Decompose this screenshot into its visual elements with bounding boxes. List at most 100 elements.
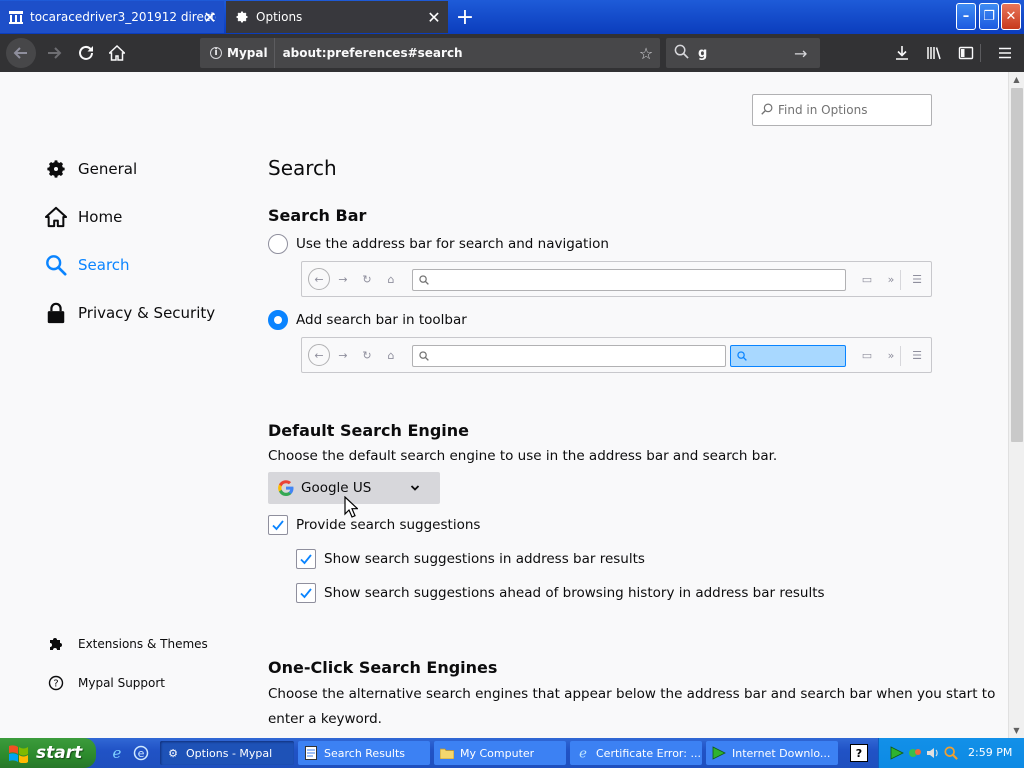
- sidebar-button[interactable]: [953, 40, 979, 66]
- help-icon[interactable]: ?: [850, 744, 868, 762]
- arrow-left-icon: ←: [308, 344, 330, 366]
- home-icon: [44, 205, 68, 229]
- download-manager-icon: [712, 746, 726, 760]
- network-tray-icon[interactable]: [907, 745, 923, 761]
- sidebar-item-home[interactable]: Home: [44, 202, 122, 232]
- internet-explorer-icon[interactable]: e: [108, 744, 126, 762]
- library-button[interactable]: [921, 40, 947, 66]
- preferences-page: Find in Options General Home Search Priv…: [0, 72, 1008, 738]
- page-title: Search: [268, 156, 337, 180]
- radio-button[interactable]: [268, 234, 288, 254]
- mypal-support-link[interactable]: ? Mypal Support: [47, 673, 165, 693]
- search-bar-heading: Search Bar: [268, 206, 367, 225]
- sidebar-item-label: Search: [78, 256, 130, 274]
- one-click-description-line1: Choose the alternative search engines th…: [268, 686, 996, 702]
- address-bar[interactable]: i Mypal about:preferences#search ☆: [200, 38, 660, 68]
- sidebar-item-privacy-security[interactable]: Privacy & Security: [44, 298, 215, 328]
- menu-button[interactable]: [992, 40, 1018, 66]
- search-icon: [737, 351, 747, 361]
- search-tray-icon[interactable]: [943, 745, 959, 761]
- scrollbar-thumb[interactable]: [1011, 88, 1023, 442]
- go-arrow-icon[interactable]: →: [794, 44, 820, 63]
- checkbox-checked[interactable]: [296, 549, 316, 569]
- taskbar-item-certificate-error[interactable]: e Certificate Error: ...: [570, 741, 702, 765]
- search-icon: [419, 275, 429, 285]
- forward-button[interactable]: [40, 40, 68, 66]
- extensions-themes-link[interactable]: Extensions & Themes: [47, 634, 208, 654]
- one-click-description-line2: enter a keyword.: [268, 711, 382, 727]
- close-tab-icon[interactable]: ✕: [202, 8, 218, 27]
- restore-window-button[interactable]: ❐: [979, 3, 999, 30]
- identity-label: Mypal: [227, 46, 268, 60]
- home-button[interactable]: [103, 40, 131, 66]
- start-button[interactable]: start: [0, 738, 96, 768]
- default-search-engine-heading: Default Search Engine: [268, 421, 469, 440]
- reload-icon: [79, 45, 93, 60]
- minimize-window-button[interactable]: –: [956, 3, 976, 30]
- search-icon: [674, 44, 692, 63]
- new-tab-button[interactable]: +: [452, 4, 478, 30]
- tab-label: tocaracedriver3_201912 directory listing: [30, 10, 216, 24]
- svg-text:e: e: [138, 747, 145, 760]
- close-tab-icon[interactable]: ✕: [426, 8, 442, 27]
- overflow-chevrons-icon: »: [887, 348, 895, 362]
- taskbar-item-label: Options - Mypal: [186, 746, 273, 760]
- checkbox-suggestions-in-address-bar[interactable]: Show search suggestions in address bar r…: [296, 549, 645, 569]
- sidebar-item-general[interactable]: General: [44, 154, 137, 184]
- taskbar-item-internet-download-manager[interactable]: Internet Downlo...: [706, 741, 838, 765]
- home-icon: [109, 45, 125, 61]
- start-label: start: [36, 743, 83, 763]
- one-click-engines-heading: One-Click Search Engines: [268, 658, 498, 677]
- url-text[interactable]: about:preferences#search: [275, 46, 632, 60]
- bookmark-star-icon[interactable]: ☆: [632, 44, 660, 63]
- sidebar-item-search[interactable]: Search: [44, 250, 130, 280]
- windows-flag-icon: [9, 745, 28, 763]
- arrow-left-icon: ←: [308, 268, 330, 290]
- radio-label: Add search bar in toolbar: [296, 312, 467, 328]
- extensions-themes-label: Extensions & Themes: [78, 637, 208, 651]
- checkbox-label: Show search suggestions in address bar r…: [324, 551, 645, 567]
- taskbar-item-search-results[interactable]: Search Results: [298, 741, 430, 765]
- download-manager-tray-icon[interactable]: [889, 745, 905, 761]
- vertical-scrollbar[interactable]: ▲ ▼: [1008, 72, 1024, 738]
- taskbar-item-my-computer[interactable]: My Computer: [434, 741, 566, 765]
- lock-icon: [44, 301, 68, 325]
- checkbox-suggestions-ahead-of-history[interactable]: Show search suggestions ahead of browsin…: [296, 583, 825, 603]
- radio-use-address-bar[interactable]: Use the address bar for search and navig…: [268, 234, 609, 254]
- overflow-chevrons-icon: »: [887, 272, 895, 286]
- google-icon: [278, 480, 294, 496]
- tab-label: Options: [256, 10, 303, 24]
- search-input[interactable]: g: [692, 46, 794, 61]
- close-window-button[interactable]: ✕: [1001, 3, 1021, 30]
- find-placeholder: Find in Options: [778, 103, 868, 117]
- help-icon: ?: [47, 674, 65, 692]
- taskbar-item-label: My Computer: [460, 746, 535, 760]
- navigation-toolbar: i Mypal about:preferences#search ☆ g →: [0, 34, 1024, 72]
- toolbar-search-bar[interactable]: g →: [666, 38, 820, 68]
- scroll-down-icon[interactable]: ▼: [1009, 723, 1024, 738]
- tab-options[interactable]: Options ✕: [226, 1, 448, 33]
- document-icon: [304, 746, 318, 760]
- find-in-options-input[interactable]: Find in Options: [752, 94, 932, 126]
- puzzle-icon: [47, 635, 65, 653]
- home-icon: ⌂: [387, 348, 395, 362]
- radio-add-search-bar[interactable]: Add search bar in toolbar: [268, 310, 467, 330]
- internet-explorer-icon: e: [576, 746, 590, 760]
- browser-shortcut-icon[interactable]: e: [132, 744, 150, 762]
- tab-directory-listing[interactable]: tocaracedriver3_201912 directory listing…: [0, 1, 224, 33]
- preview-urlbar: [412, 269, 846, 291]
- taskbar-item-options-mypal[interactable]: ⚙ Options - Mypal: [160, 741, 294, 765]
- scroll-up-icon[interactable]: ▲: [1009, 72, 1024, 87]
- site-identity[interactable]: i Mypal: [200, 38, 275, 68]
- sidebar-icon: ▭: [861, 348, 873, 362]
- reload-button[interactable]: [72, 40, 100, 66]
- checkbox-provide-suggestions[interactable]: Provide search suggestions: [268, 515, 480, 535]
- speaker-tray-icon[interactable]: [925, 745, 941, 761]
- downloads-button[interactable]: [889, 40, 915, 66]
- checkbox-label: Show search suggestions ahead of browsin…: [324, 585, 825, 601]
- radio-button-checked[interactable]: [268, 310, 288, 330]
- back-button[interactable]: [6, 38, 36, 68]
- preview-separator: [900, 270, 901, 290]
- checkbox-checked[interactable]: [268, 515, 288, 535]
- checkbox-checked[interactable]: [296, 583, 316, 603]
